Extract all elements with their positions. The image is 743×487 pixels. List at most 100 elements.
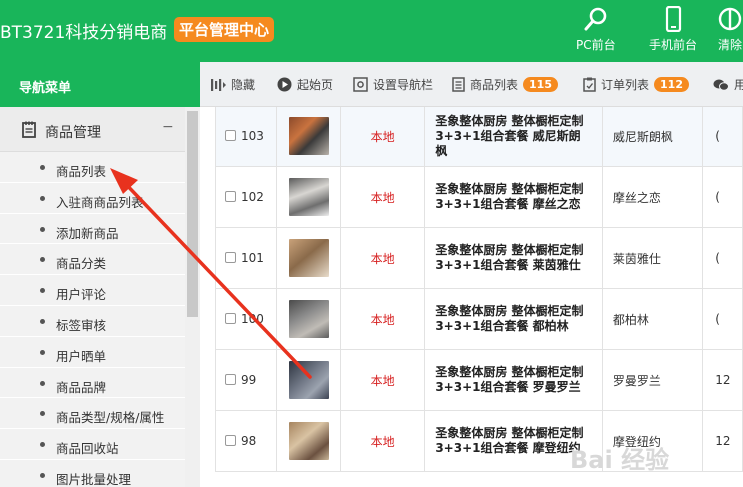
sidebar-item-label: 入驻商商品列表 bbox=[56, 194, 144, 210]
sidebar-item-user-posts[interactable]: 用户晒单 bbox=[0, 336, 185, 368]
nav-settings-tab[interactable]: 设置导航栏 bbox=[353, 76, 433, 93]
table-row: 100 本地 圣象整体厨房 整体橱柜定制3+3+1组合套餐 都柏林 都柏林 ( bbox=[214, 288, 743, 350]
row-checkbox[interactable] bbox=[225, 435, 236, 446]
goods-source: 本地 bbox=[339, 166, 426, 228]
sidebar-scrollbar[interactable] bbox=[185, 107, 200, 487]
goods-source: 本地 bbox=[339, 349, 426, 411]
brand-badge: 平台管理中心 bbox=[174, 17, 275, 42]
sidebar-item-label: 商品分类 bbox=[56, 256, 107, 272]
sidebar-item-label: 商品回收站 bbox=[56, 441, 119, 457]
clear-cache-button[interactable]: 清除 bbox=[717, 6, 743, 53]
sidebar-item-image-batch[interactable]: 图片批量处理 bbox=[0, 459, 185, 487]
bullet-icon bbox=[40, 288, 45, 294]
goods-extra: 12 bbox=[702, 349, 743, 411]
collapse-icon bbox=[211, 78, 226, 91]
goods-brand: 摩丝之恋 bbox=[601, 166, 704, 228]
goods-extra: ( bbox=[702, 227, 743, 289]
pc-frontend-label: PC前台 bbox=[576, 38, 616, 52]
bullet-icon bbox=[40, 195, 45, 201]
pc-frontend-button[interactable]: PC前台 bbox=[576, 6, 616, 53]
tab-user[interactable]: 用 bbox=[713, 76, 743, 93]
notepad-icon bbox=[22, 121, 36, 138]
hide-button[interactable]: 隐藏 bbox=[210, 76, 255, 93]
goods-source: 本地 bbox=[339, 288, 426, 350]
sidebar-item-label: 用户评论 bbox=[56, 287, 107, 303]
tab-order-list-label: 订单列表 bbox=[601, 78, 650, 92]
goods-name[interactable]: 圣象整体厨房 整体橱柜定制3+3+1组合套餐 摩丝之恋 bbox=[424, 166, 603, 228]
sidebar-item-label: 标签审核 bbox=[56, 317, 107, 333]
goods-source: 本地 bbox=[339, 410, 426, 472]
bullet-icon bbox=[40, 318, 45, 324]
table-row: 102 本地 圣象整体厨房 整体橱柜定制3+3+1组合套餐 摩丝之恋 摩丝之恋 … bbox=[214, 166, 743, 228]
mobile-frontend-button[interactable]: 手机前台 bbox=[649, 6, 697, 53]
row-checkbox[interactable] bbox=[225, 374, 236, 385]
tab-order-list[interactable]: 订单列表 112 bbox=[583, 76, 689, 93]
goods-thumbnail[interactable] bbox=[288, 117, 329, 155]
home-tab-label: 起始页 bbox=[297, 78, 334, 92]
row-checkbox[interactable] bbox=[225, 191, 236, 202]
sidebar-item-label: 商品列表 bbox=[56, 164, 107, 179]
bullet-icon bbox=[40, 349, 45, 355]
row-checkbox[interactable] bbox=[225, 130, 236, 141]
goods-id: 101 bbox=[241, 251, 264, 265]
menu-group-label: 商品管理 bbox=[45, 125, 101, 141]
tab-user-label: 用 bbox=[734, 78, 743, 92]
bullet-icon bbox=[40, 442, 45, 448]
row-checkbox[interactable] bbox=[225, 313, 236, 324]
home-tab[interactable]: 起始页 bbox=[277, 76, 333, 93]
menu-group-goods[interactable]: 商品管理 − bbox=[0, 107, 185, 152]
nav-menu-title: 导航菜单 bbox=[0, 62, 200, 107]
goods-name[interactable]: 圣象整体厨房 整体橱柜定制3+3+1组合套餐 莱茵雅仕 bbox=[424, 227, 603, 289]
goods-name[interactable]: 圣象整体厨房 整体橱柜定制3+3+1组合套餐 都柏林 bbox=[424, 288, 603, 350]
goods-thumbnail[interactable] bbox=[288, 178, 329, 216]
clear-cache-label: 清除 bbox=[717, 38, 742, 52]
goods-name[interactable]: 圣象整体厨房 整体橱柜定制3+3+1组合套餐 罗曼罗兰 bbox=[424, 349, 603, 411]
clear-icon bbox=[718, 7, 742, 31]
goods-brand: 都柏林 bbox=[601, 288, 704, 350]
menu-list: 商品列表 入驻商商品列表 添加新商品 商品分类 用户评论 标签审核 用户晒单 商… bbox=[0, 152, 185, 487]
goods-brand: 莱茵雅仕 bbox=[601, 227, 704, 289]
sidebar-item-label: 图片批量处理 bbox=[56, 471, 132, 487]
sidebar-item-categories[interactable]: 商品分类 bbox=[0, 244, 185, 276]
sidebar-item-tag-review[interactable]: 标签审核 bbox=[0, 305, 185, 337]
goods-thumbnail[interactable] bbox=[288, 239, 329, 277]
sidebar-item-merchant-goods[interactable]: 入驻商商品列表 bbox=[0, 182, 185, 214]
goods-id: 100 bbox=[241, 312, 264, 326]
chat-icon bbox=[713, 79, 729, 91]
goods-thumbnail[interactable] bbox=[288, 300, 329, 338]
play-icon bbox=[277, 77, 292, 92]
goods-brand: 威尼斯朗枫 bbox=[601, 107, 704, 167]
sidebar-item-recycle-bin[interactable]: 商品回收站 bbox=[0, 429, 185, 460]
sidebar-item-add-goods[interactable]: 添加新商品 bbox=[0, 213, 185, 245]
bullet-icon bbox=[40, 380, 45, 386]
bullet-icon bbox=[40, 411, 45, 417]
table-row: 103 本地 圣象整体厨房 整体橱柜定制3+3+1组合套餐 威尼斯朗枫 威尼斯朗… bbox=[214, 107, 743, 167]
collapse-toggle[interactable]: − bbox=[162, 119, 174, 135]
bullet-icon bbox=[40, 165, 45, 170]
sidebar-item-types[interactable]: 商品类型/规格/属性 bbox=[0, 398, 185, 430]
tab-toolbar: 隐藏 起始页 设置导航栏 商品列表 115 订单列表 112 用 bbox=[200, 62, 743, 107]
goods-thumbnail[interactable] bbox=[288, 422, 329, 460]
goods-id: 99 bbox=[241, 373, 257, 387]
goods-thumbnail[interactable] bbox=[288, 361, 329, 399]
goods-name[interactable]: 圣象整体厨房 整体橱柜定制3+3+1组合套餐 威尼斯朗枫 bbox=[424, 107, 603, 167]
goods-count-badge: 115 bbox=[523, 77, 558, 92]
tab-goods-list[interactable]: 商品列表 115 bbox=[452, 76, 558, 93]
row-checkbox[interactable] bbox=[225, 252, 236, 263]
baidu-watermark: Bai 经验 bbox=[570, 446, 670, 474]
bullet-icon bbox=[40, 226, 45, 232]
list-icon bbox=[452, 77, 465, 92]
sidebar-item-reviews[interactable]: 用户评论 bbox=[0, 275, 185, 306]
table-row: 99 本地 圣象整体厨房 整体橱柜定制3+3+1组合套餐 罗曼罗兰 罗曼罗兰 1… bbox=[214, 349, 743, 411]
mobile-icon bbox=[665, 6, 682, 32]
sidebar-item-label: 用户晒单 bbox=[56, 348, 107, 364]
sidebar-item-goods-list[interactable]: 商品列表 bbox=[0, 152, 185, 183]
order-count-badge: 112 bbox=[654, 77, 689, 92]
sidebar-item-brands[interactable]: 商品品牌 bbox=[0, 367, 185, 399]
scrollbar-thumb[interactable] bbox=[187, 111, 198, 317]
hide-label: 隐藏 bbox=[231, 78, 256, 92]
brand-title: BT3721科技分销电商 bbox=[0, 23, 168, 43]
bullet-icon bbox=[40, 257, 45, 263]
goods-extra: ( bbox=[702, 107, 743, 167]
top-header: BT3721科技分销电商 平台管理中心 PC前台 手机前台 清除 bbox=[0, 0, 743, 62]
